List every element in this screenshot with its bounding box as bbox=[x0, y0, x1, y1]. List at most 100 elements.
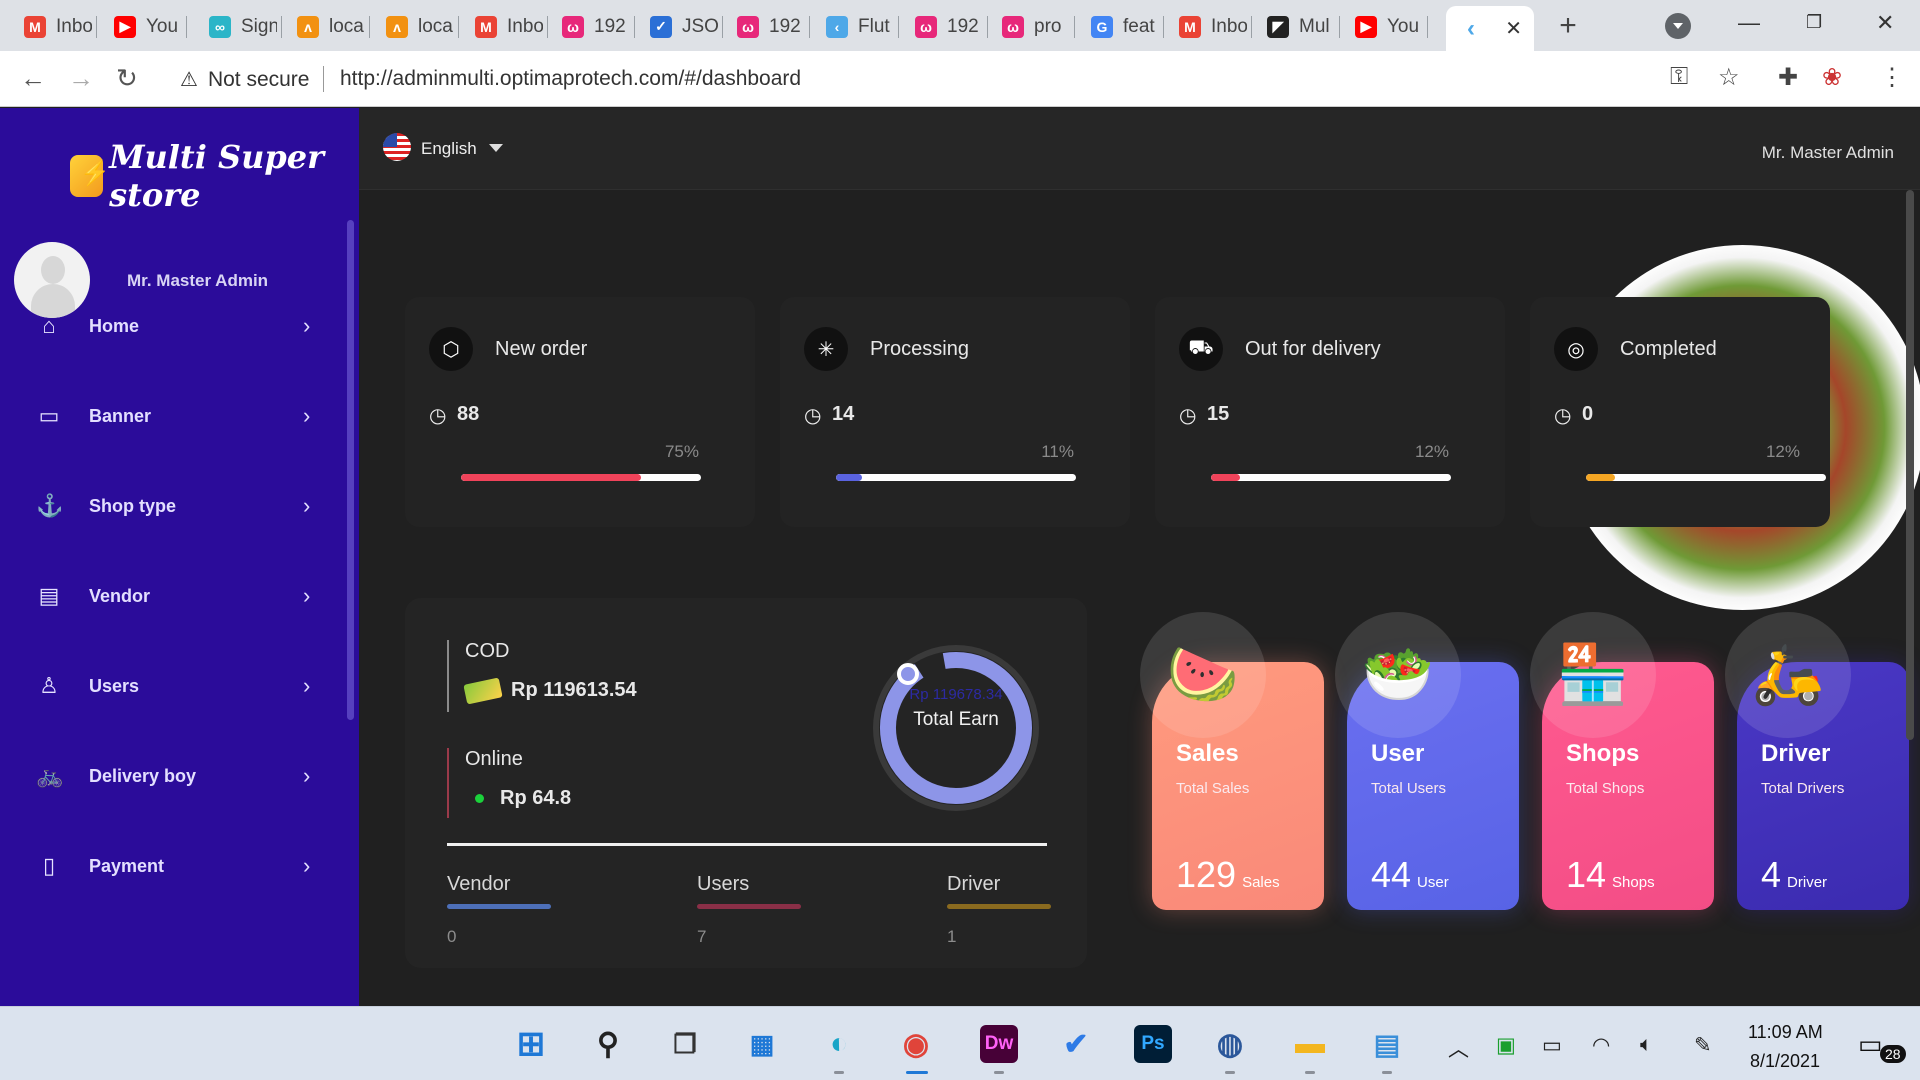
restore-button[interactable]: ❐ bbox=[1806, 12, 1822, 33]
back-button[interactable]: ← bbox=[20, 63, 46, 94]
clock-icon: ◷ bbox=[429, 405, 447, 427]
sidebar-item-vendor[interactable]: ▤ Vendor › bbox=[0, 566, 340, 626]
browser-tab[interactable]: ᴧ loca bbox=[372, 8, 454, 45]
stat-card-new-order[interactable]: ⬡ New order ◷ 88 75% bbox=[405, 297, 755, 527]
volume-icon[interactable]: 🔈︎ bbox=[1640, 1033, 1653, 1057]
tab-search-button[interactable] bbox=[1665, 13, 1691, 39]
stat-card-out-for-delivery[interactable]: ⛟ Out for delivery ◷ 15 12% bbox=[1155, 297, 1505, 527]
online-block: Online Rp 64.8 bbox=[447, 748, 571, 818]
browser-tab[interactable]: ω 192 bbox=[548, 8, 630, 45]
mini-stat-bar bbox=[697, 904, 801, 909]
kpi-card-sales[interactable]: 🍉 Sales Total Sales 129 Sales bbox=[1140, 612, 1324, 910]
browser-tab[interactable]: ω 192 bbox=[901, 8, 983, 45]
file-explorer-icon[interactable]: ▬ bbox=[1291, 1025, 1329, 1063]
mini-stat-value: 7 bbox=[697, 927, 707, 946]
search-icon[interactable]: ⚲ bbox=[589, 1025, 627, 1063]
browser-tab[interactable]: ω 192 bbox=[723, 8, 805, 45]
chrome-icon[interactable]: ◉ bbox=[897, 1025, 935, 1063]
browser-tab[interactable]: M Inbo bbox=[1165, 8, 1247, 45]
browser-tab[interactable]: ᴧ loca bbox=[283, 8, 365, 45]
extensions-icon[interactable]: ✚ bbox=[1778, 63, 1798, 92]
tab-title: feat bbox=[1123, 15, 1155, 37]
kpi-card-user[interactable]: 🥗 User Total Users 44 User bbox=[1335, 612, 1519, 910]
sidebar-item-banner[interactable]: ▭ Banner › bbox=[0, 386, 340, 446]
tab-separator bbox=[1427, 16, 1428, 38]
task-view-icon[interactable]: ❐ bbox=[666, 1025, 704, 1063]
sidebar-item-label: Home bbox=[89, 315, 140, 336]
security-indicator[interactable]: ⚠ Not secure bbox=[180, 67, 309, 92]
browser-tab[interactable]: Gfeat bbox=[1077, 8, 1159, 45]
active-tab[interactable]: ‹ ✕ bbox=[1446, 6, 1534, 51]
notepad-icon[interactable]: ▤ bbox=[1368, 1025, 1406, 1063]
cod-amount-row: Rp 119613.54 bbox=[463, 676, 637, 705]
browser-tab[interactable]: ◤ Mul bbox=[1253, 8, 1335, 45]
todo-icon[interactable]: ✔ bbox=[1057, 1025, 1095, 1063]
browser-tab[interactable]: ‹ Flut bbox=[812, 8, 894, 45]
browser-tab[interactable]: ▶ You bbox=[100, 8, 182, 45]
gmail-icon: M bbox=[24, 15, 46, 38]
sidebar-item-payment[interactable]: ▯ Payment › bbox=[0, 836, 340, 896]
key-icon[interactable]: ⚿ bbox=[1670, 63, 1688, 91]
chevron-up-icon[interactable]: ︿ bbox=[1448, 1033, 1469, 1063]
browser-tab[interactable]: M Inbo bbox=[461, 8, 543, 45]
reload-button[interactable]: ↻ bbox=[116, 63, 138, 94]
top-admin-name[interactable]: Mr. Master Admin bbox=[1762, 143, 1894, 163]
new-tab-button[interactable]: + bbox=[1550, 8, 1586, 44]
main-scrollbar[interactable] bbox=[1906, 190, 1914, 740]
app-tray-icon[interactable]: ▣ bbox=[1496, 1033, 1516, 1058]
edge-running-indicator bbox=[834, 1071, 844, 1074]
notification-icon[interactable]: ▭ bbox=[1858, 1029, 1883, 1060]
kpi-card-shops[interactable]: 🏪 Shops Total Shops 14 Shops bbox=[1530, 612, 1714, 910]
language-selector[interactable]: English bbox=[421, 139, 477, 159]
menu-kebab-icon[interactable]: ⋮ bbox=[1880, 63, 1904, 92]
widgets-icon[interactable]: ▦ bbox=[743, 1025, 781, 1063]
bookmark-star-icon[interactable]: ☆ bbox=[1718, 63, 1740, 92]
clock-time[interactable]: 11:09 AM bbox=[1748, 1022, 1823, 1043]
sidebar-item-delivery-boy[interactable]: 🚲 Delivery boy › bbox=[0, 746, 340, 806]
stat-card-processing[interactable]: ✳ Processing ◷ 14 11% bbox=[780, 297, 1130, 527]
earnings-divider bbox=[447, 843, 1047, 846]
edge-icon[interactable]: ◐ bbox=[820, 1025, 858, 1063]
url-input[interactable]: http://adminmulti.optimaprotech.com/#/da… bbox=[340, 67, 801, 91]
close-window-button[interactable]: ✕ bbox=[1876, 10, 1894, 36]
browser-tab[interactable]: ω pro bbox=[988, 8, 1070, 45]
cod-label: COD bbox=[465, 640, 510, 662]
forward-button[interactable]: → bbox=[68, 63, 94, 94]
stat-card-completed[interactable]: ◎ Completed ◷ 0 12% bbox=[1530, 297, 1830, 527]
close-tab-icon[interactable]: ✕ bbox=[1505, 16, 1522, 41]
pen-icon[interactable]: ✎ bbox=[1694, 1033, 1712, 1058]
kpi-number-row: 129 Sales bbox=[1176, 854, 1280, 896]
sidebar-scrollbar[interactable] bbox=[347, 220, 354, 720]
kpi-unit: Shops bbox=[1612, 874, 1655, 891]
sidebar-item-shop-type[interactable]: ⚓ Shop type › bbox=[0, 476, 340, 536]
browser-tab[interactable]: ✓ JSO bbox=[636, 8, 718, 45]
chevron-down-icon[interactable] bbox=[489, 144, 503, 152]
stat-title: Processing bbox=[870, 338, 969, 360]
browser-tab[interactable]: ∞ Sign bbox=[195, 8, 277, 45]
word-icon[interactable]: ◍ bbox=[1211, 1025, 1249, 1063]
gmail-icon: M bbox=[475, 15, 497, 38]
tab-title: Mul bbox=[1299, 15, 1330, 37]
clock-date[interactable]: 8/1/2021 bbox=[1750, 1051, 1820, 1072]
us-flag-icon bbox=[383, 133, 411, 161]
sidebar-item-home[interactable]: ⌂ Home › bbox=[0, 296, 340, 356]
windows-start-icon[interactable]: ⊞ bbox=[512, 1025, 550, 1063]
tab-separator bbox=[96, 16, 97, 38]
dreamweaver-icon[interactable]: Dw bbox=[980, 1025, 1018, 1063]
online-dot-icon bbox=[475, 794, 484, 803]
app-icon: ω bbox=[915, 15, 937, 38]
browser-tab[interactable]: M Inbo bbox=[10, 8, 92, 45]
brand-logo[interactable]: Multi Super store bbox=[70, 138, 359, 214]
minimize-button[interactable]: — bbox=[1738, 10, 1760, 36]
battery-icon[interactable]: ▭ bbox=[1542, 1033, 1562, 1058]
sidebar: Multi Super store Mr. Master Admin ⌂ Home… bbox=[0, 108, 359, 1006]
sidebar-item-label: Delivery boy bbox=[89, 765, 197, 786]
browser-tab[interactable]: ▶ You bbox=[1341, 8, 1423, 45]
photoshop-icon[interactable]: Ps bbox=[1134, 1025, 1172, 1063]
wifi-icon[interactable]: ◠ bbox=[1592, 1033, 1610, 1058]
kpi-card-driver[interactable]: 🛵 Driver Total Drivers 4 Driver bbox=[1725, 612, 1909, 910]
stat-percent: 12% bbox=[1765, 442, 1800, 461]
profile-icon[interactable]: ❀ bbox=[1822, 63, 1842, 92]
user-icon: ♙ bbox=[39, 673, 59, 698]
sidebar-item-users[interactable]: ♙ Users › bbox=[0, 656, 340, 716]
